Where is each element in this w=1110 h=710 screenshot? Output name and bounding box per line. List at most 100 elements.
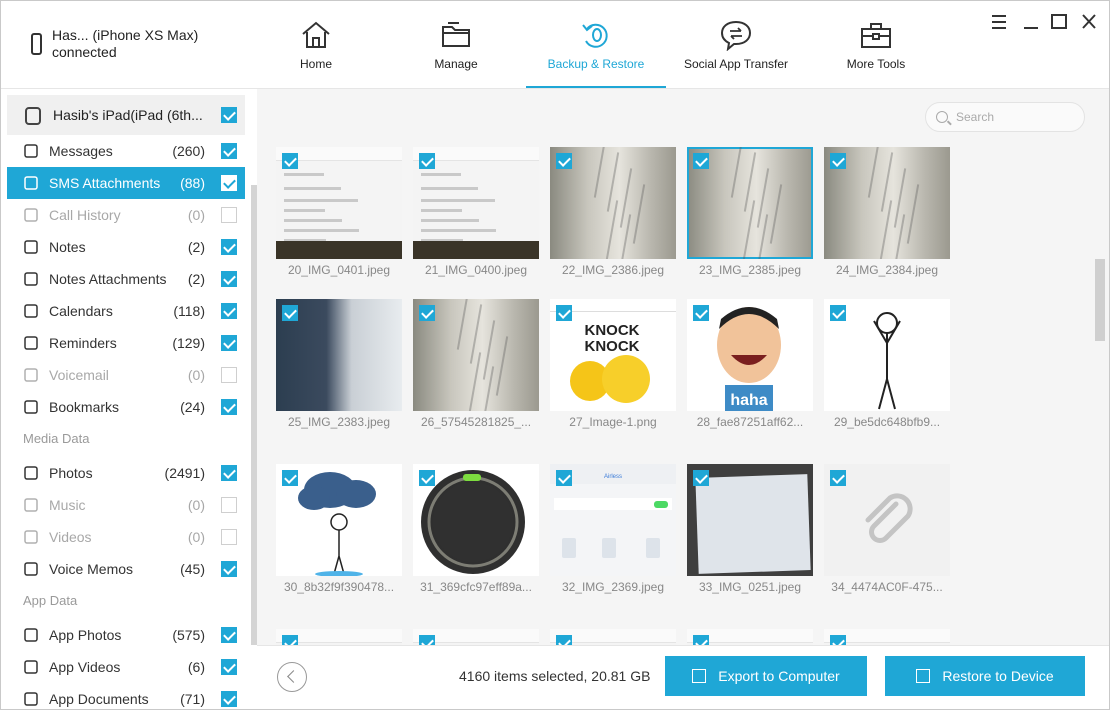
file-checkbox[interactable] [556,153,572,169]
file-checkbox[interactable] [419,153,435,169]
file-checkbox[interactable] [693,153,709,169]
sidebar-item-calendars[interactable]: Calendars (118) [7,295,245,327]
sidebar-item-checkbox[interactable] [221,497,237,513]
back-button[interactable] [277,662,307,692]
sidebar-item-checkbox[interactable] [221,529,237,545]
file-name: 28_fae87251aff62... [696,415,804,429]
sidebar-item-checkbox[interactable] [221,691,237,707]
file-tile[interactable] [824,629,950,645]
file-checkbox[interactable] [282,470,298,486]
sidebar-item-checkbox[interactable] [221,207,237,223]
sidebar-item-notes[interactable]: Notes (2) [7,231,245,263]
sidebar-item-label: Bookmarks [49,399,120,415]
file-checkbox[interactable] [693,305,709,321]
file-checkbox[interactable] [282,305,298,321]
sidebar-item-checkbox[interactable] [221,335,237,351]
file-checkbox[interactable] [556,470,572,486]
file-tile[interactable]: 23_IMG_2385.jpeg [687,147,813,287]
menu-icon[interactable] [989,13,1009,31]
sidebar-item-checkbox[interactable] [221,143,237,159]
file-tile[interactable]: 24_IMG_2384.jpeg [824,147,950,287]
sidebar-item-voice-memos[interactable]: Voice Memos (45) [7,553,245,585]
file-tile[interactable]: 26_57545281825_... [413,299,539,439]
sidebar-item-call-history[interactable]: Call History (0) [7,199,245,231]
backup-device-checkbox[interactable] [221,107,237,123]
sidebar-item-notes-attachments[interactable]: Notes Attachments (2) [7,263,245,295]
sidebar-item-checkbox[interactable] [221,627,237,643]
file-checkbox[interactable] [419,635,435,645]
main-scrollbar[interactable] [1095,259,1105,341]
sidebar-item-messages[interactable]: Messages (260) [7,135,245,167]
sidebar-item-checkbox[interactable] [221,303,237,319]
sidebar-item-checkbox[interactable] [221,367,237,383]
file-tile[interactable]: 25_IMG_2383.jpeg [276,299,402,439]
file-tile[interactable] [550,629,676,645]
sidebar-item-photos[interactable]: Photos (2491) [7,457,245,489]
file-tile[interactable]: 21_IMG_0400.jpeg [413,147,539,287]
nav-social-app-transfer[interactable]: Social App Transfer [666,1,806,87]
restore-label: Restore to Device [942,668,1054,684]
file-checkbox[interactable] [419,470,435,486]
file-tile[interactable]: 20_IMG_0401.jpeg [276,147,402,287]
sidebar-item-checkbox[interactable] [221,561,237,577]
close-icon[interactable] [1079,13,1099,31]
backup-device-row[interactable]: Hasib's iPad(iPad (6th... [7,95,245,135]
sidebar-item-voicemail[interactable]: Voicemail (0) [7,359,245,391]
nav-backup-restore[interactable]: Backup & Restore [526,1,666,88]
file-checkbox[interactable] [419,305,435,321]
file-tile[interactable] [413,629,539,645]
maximize-icon[interactable] [1049,13,1069,31]
nav-home-label: Home [299,57,332,71]
file-tile[interactable]: 34_4474AC0F-475... [824,464,950,604]
sidebar-item-app-videos[interactable]: App Videos (6) [7,651,245,683]
sidebar-item-checkbox[interactable] [221,465,237,481]
sidebar-item-checkbox[interactable] [221,175,237,191]
export-to-computer-button[interactable]: Export to Computer [665,656,867,696]
file-tile[interactable]: KNOCK KNOCK 27_Image-1.png [550,299,676,439]
sidebar-item-app-documents[interactable]: App Documents (71) [7,683,245,709]
file-checkbox[interactable] [830,470,846,486]
file-tile[interactable] [276,629,402,645]
device-connection-status: connected [52,44,117,60]
sidebar-item-count: (0) [187,207,205,223]
file-checkbox[interactable] [556,305,572,321]
file-checkbox[interactable] [830,153,846,169]
file-tile[interactable]: 33_IMG_0251.jpeg [687,464,813,604]
file-checkbox[interactable] [693,635,709,645]
sidebar-item-videos[interactable]: Videos (0) [7,521,245,553]
sidebar-item-music[interactable]: Music (0) [7,489,245,521]
nav-manage[interactable]: Manage [386,1,526,87]
minimize-icon[interactable] [1021,13,1041,31]
file-checkbox[interactable] [830,635,846,645]
restore-to-device-button[interactable]: Restore to Device [885,656,1085,696]
file-checkbox[interactable] [693,470,709,486]
nav-more-tools[interactable]: More Tools [806,1,946,87]
file-tile[interactable]: 31_369cfc97eff89a... [413,464,539,604]
file-tile[interactable]: 29_be5dc648bfb9... [824,299,950,439]
footer-bar: 4160 items selected, 20.81 GB Export to … [257,645,1109,709]
sidebar-item-count: (24) [180,399,205,415]
search-input[interactable] [956,108,1076,126]
sidebar-item-checkbox[interactable] [221,399,237,415]
file-checkbox[interactable] [830,305,846,321]
file-tile[interactable] [687,629,813,645]
file-tile[interactable]: Airless 32_IMG_2369.jpeg [550,464,676,604]
sidebar-item-sms-attachments[interactable]: SMS Attachments (88) [7,167,245,199]
restore-icon [916,669,931,683]
search-box[interactable] [925,102,1085,132]
sidebar-item-bookmarks[interactable]: Bookmarks (24) [7,391,245,423]
sidebar-item-app-photos[interactable]: App Photos (575) [7,619,245,651]
file-tile[interactable]: haha 28_fae87251aff62... [687,299,813,439]
home-icon [302,21,330,48]
file-checkbox[interactable] [282,635,298,645]
sidebar-item-label: App Photos [49,627,122,643]
file-tile[interactable]: 22_IMG_2386.jpeg [550,147,676,287]
sidebar-item-checkbox[interactable] [221,271,237,287]
file-checkbox[interactable] [556,635,572,645]
sidebar-item-checkbox[interactable] [221,239,237,255]
file-checkbox[interactable] [282,153,298,169]
file-tile[interactable]: 30_8b32f9f390478... [276,464,402,604]
sidebar-item-reminders[interactable]: Reminders (129) [7,327,245,359]
sidebar-item-checkbox[interactable] [221,659,237,675]
nav-home[interactable]: Home [246,1,386,87]
